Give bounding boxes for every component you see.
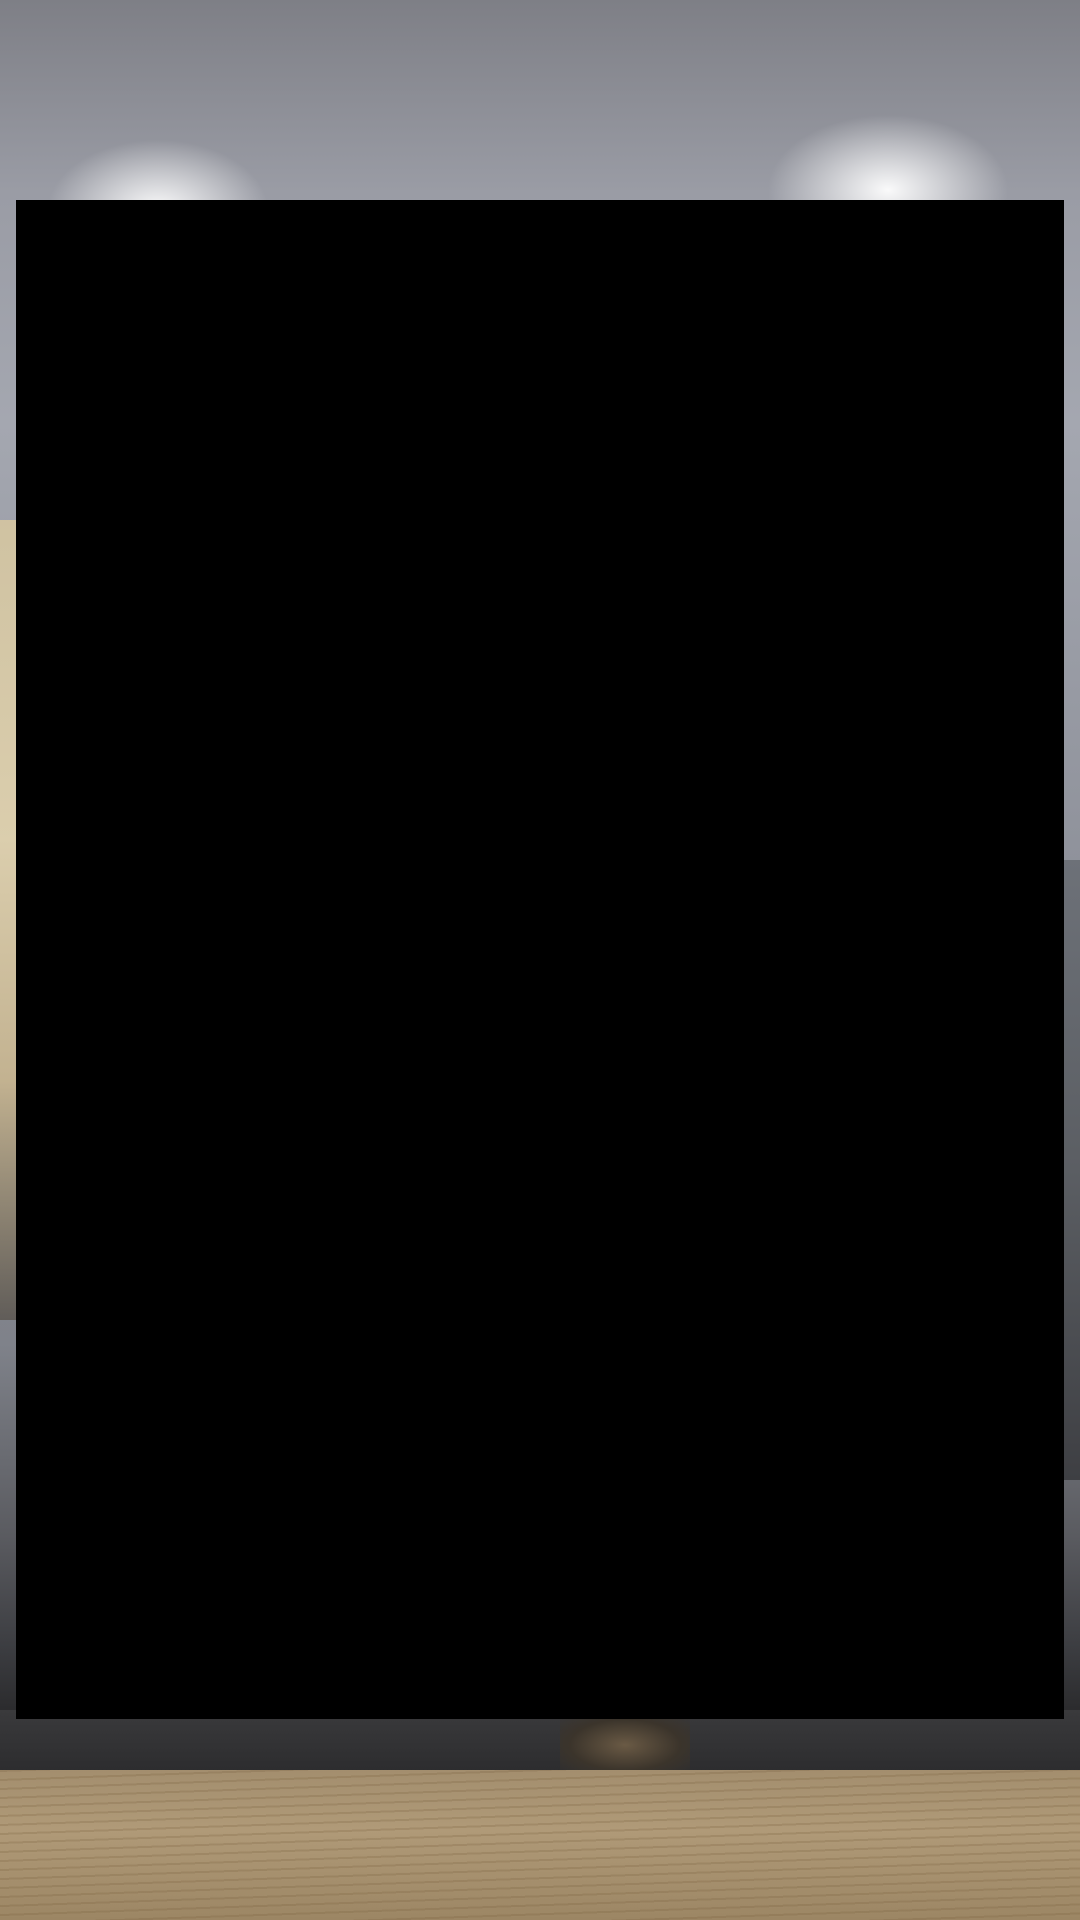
background-fabric-detail bbox=[560, 1715, 690, 1775]
black-video-panel bbox=[16, 200, 1064, 1719]
camera-screen bbox=[0, 0, 1080, 1920]
background-object-right bbox=[1064, 860, 1080, 1480]
wooden-table bbox=[0, 1770, 1080, 1920]
